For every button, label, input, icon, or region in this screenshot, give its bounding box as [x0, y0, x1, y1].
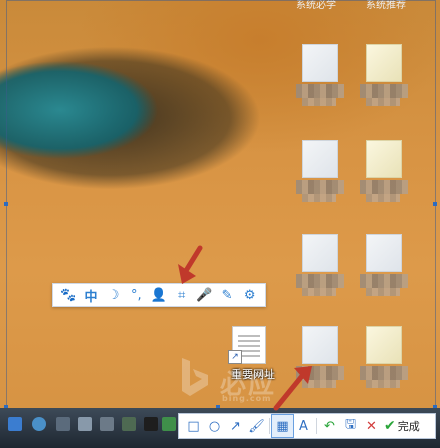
selection-handle[interactable] — [433, 202, 437, 206]
ime-floating-toolbar: 🐾 中 ☽ °, 👤 ⌗ 🎤 ✎ ⚙ — [52, 283, 266, 307]
red-arrow-annotation — [178, 245, 203, 284]
screenshot-toolbar: □ ○ ↗ 🖌 ▦ A ↶ 🖫 ✕ ✔ 完成 — [178, 413, 436, 439]
toolbar-separator — [316, 418, 317, 434]
watermark-sub: bing.com — [222, 394, 272, 403]
moon-icon[interactable]: ☽ — [102, 284, 125, 306]
taskbar-app-icon[interactable] — [78, 417, 92, 431]
chinese-input-mode[interactable]: 中 — [80, 284, 103, 306]
shield-icon[interactable] — [162, 417, 176, 431]
taskbar-app-icon[interactable] — [8, 417, 22, 431]
taskbar-app-icon[interactable] — [122, 417, 136, 431]
top-text-right: 系统推荐 — [366, 0, 406, 11]
taskbar-app-icon[interactable] — [32, 417, 46, 431]
cancel-tool[interactable]: ✕ — [361, 415, 382, 437]
ellipse-tool[interactable]: ○ — [204, 415, 225, 437]
punctuation-icon[interactable]: °, — [125, 284, 148, 306]
user-icon[interactable]: 👤 — [148, 284, 171, 306]
pen-icon[interactable]: ✎ — [216, 284, 239, 306]
taskbar-app-icon[interactable] — [56, 417, 70, 431]
bing-logo-icon — [182, 358, 208, 396]
red-arrow-annotation — [273, 366, 312, 411]
desktop-icon-blurred[interactable] — [356, 40, 416, 108]
desktop-icon-blurred[interactable] — [356, 322, 416, 390]
taskbar-app-icon[interactable] — [100, 417, 114, 431]
undo-tool[interactable]: ↶ — [319, 415, 340, 437]
mosaic-tool[interactable]: ▦ — [271, 414, 294, 438]
selection-handle[interactable] — [4, 202, 8, 206]
brush-tool[interactable]: 🖌 — [246, 415, 267, 437]
text-tool[interactable]: A — [293, 415, 314, 437]
taskbar-app-icon[interactable] — [144, 417, 158, 431]
paw-icon[interactable]: 🐾 — [57, 284, 80, 306]
desktop-icon-blurred[interactable] — [292, 136, 352, 204]
desktop-icon-blurred[interactable] — [356, 136, 416, 204]
settings-gear-icon[interactable]: ⚙ — [238, 284, 261, 306]
top-text-left: 系统必学 — [296, 0, 336, 11]
arrow-tool[interactable]: ↗ — [225, 415, 246, 437]
desktop-icon-blurred[interactable] — [292, 40, 352, 108]
desktop-icon-blurred[interactable] — [292, 230, 352, 298]
done-button[interactable]: ✔ 完成 — [384, 418, 420, 434]
check-icon: ✔ — [384, 418, 396, 434]
save-tool[interactable]: 🖫 — [340, 415, 361, 437]
toolbar-separator — [269, 418, 270, 434]
rectangle-tool[interactable]: □ — [183, 415, 204, 437]
done-label: 完成 — [397, 420, 420, 433]
desktop-icon-blurred[interactable] — [356, 230, 416, 298]
